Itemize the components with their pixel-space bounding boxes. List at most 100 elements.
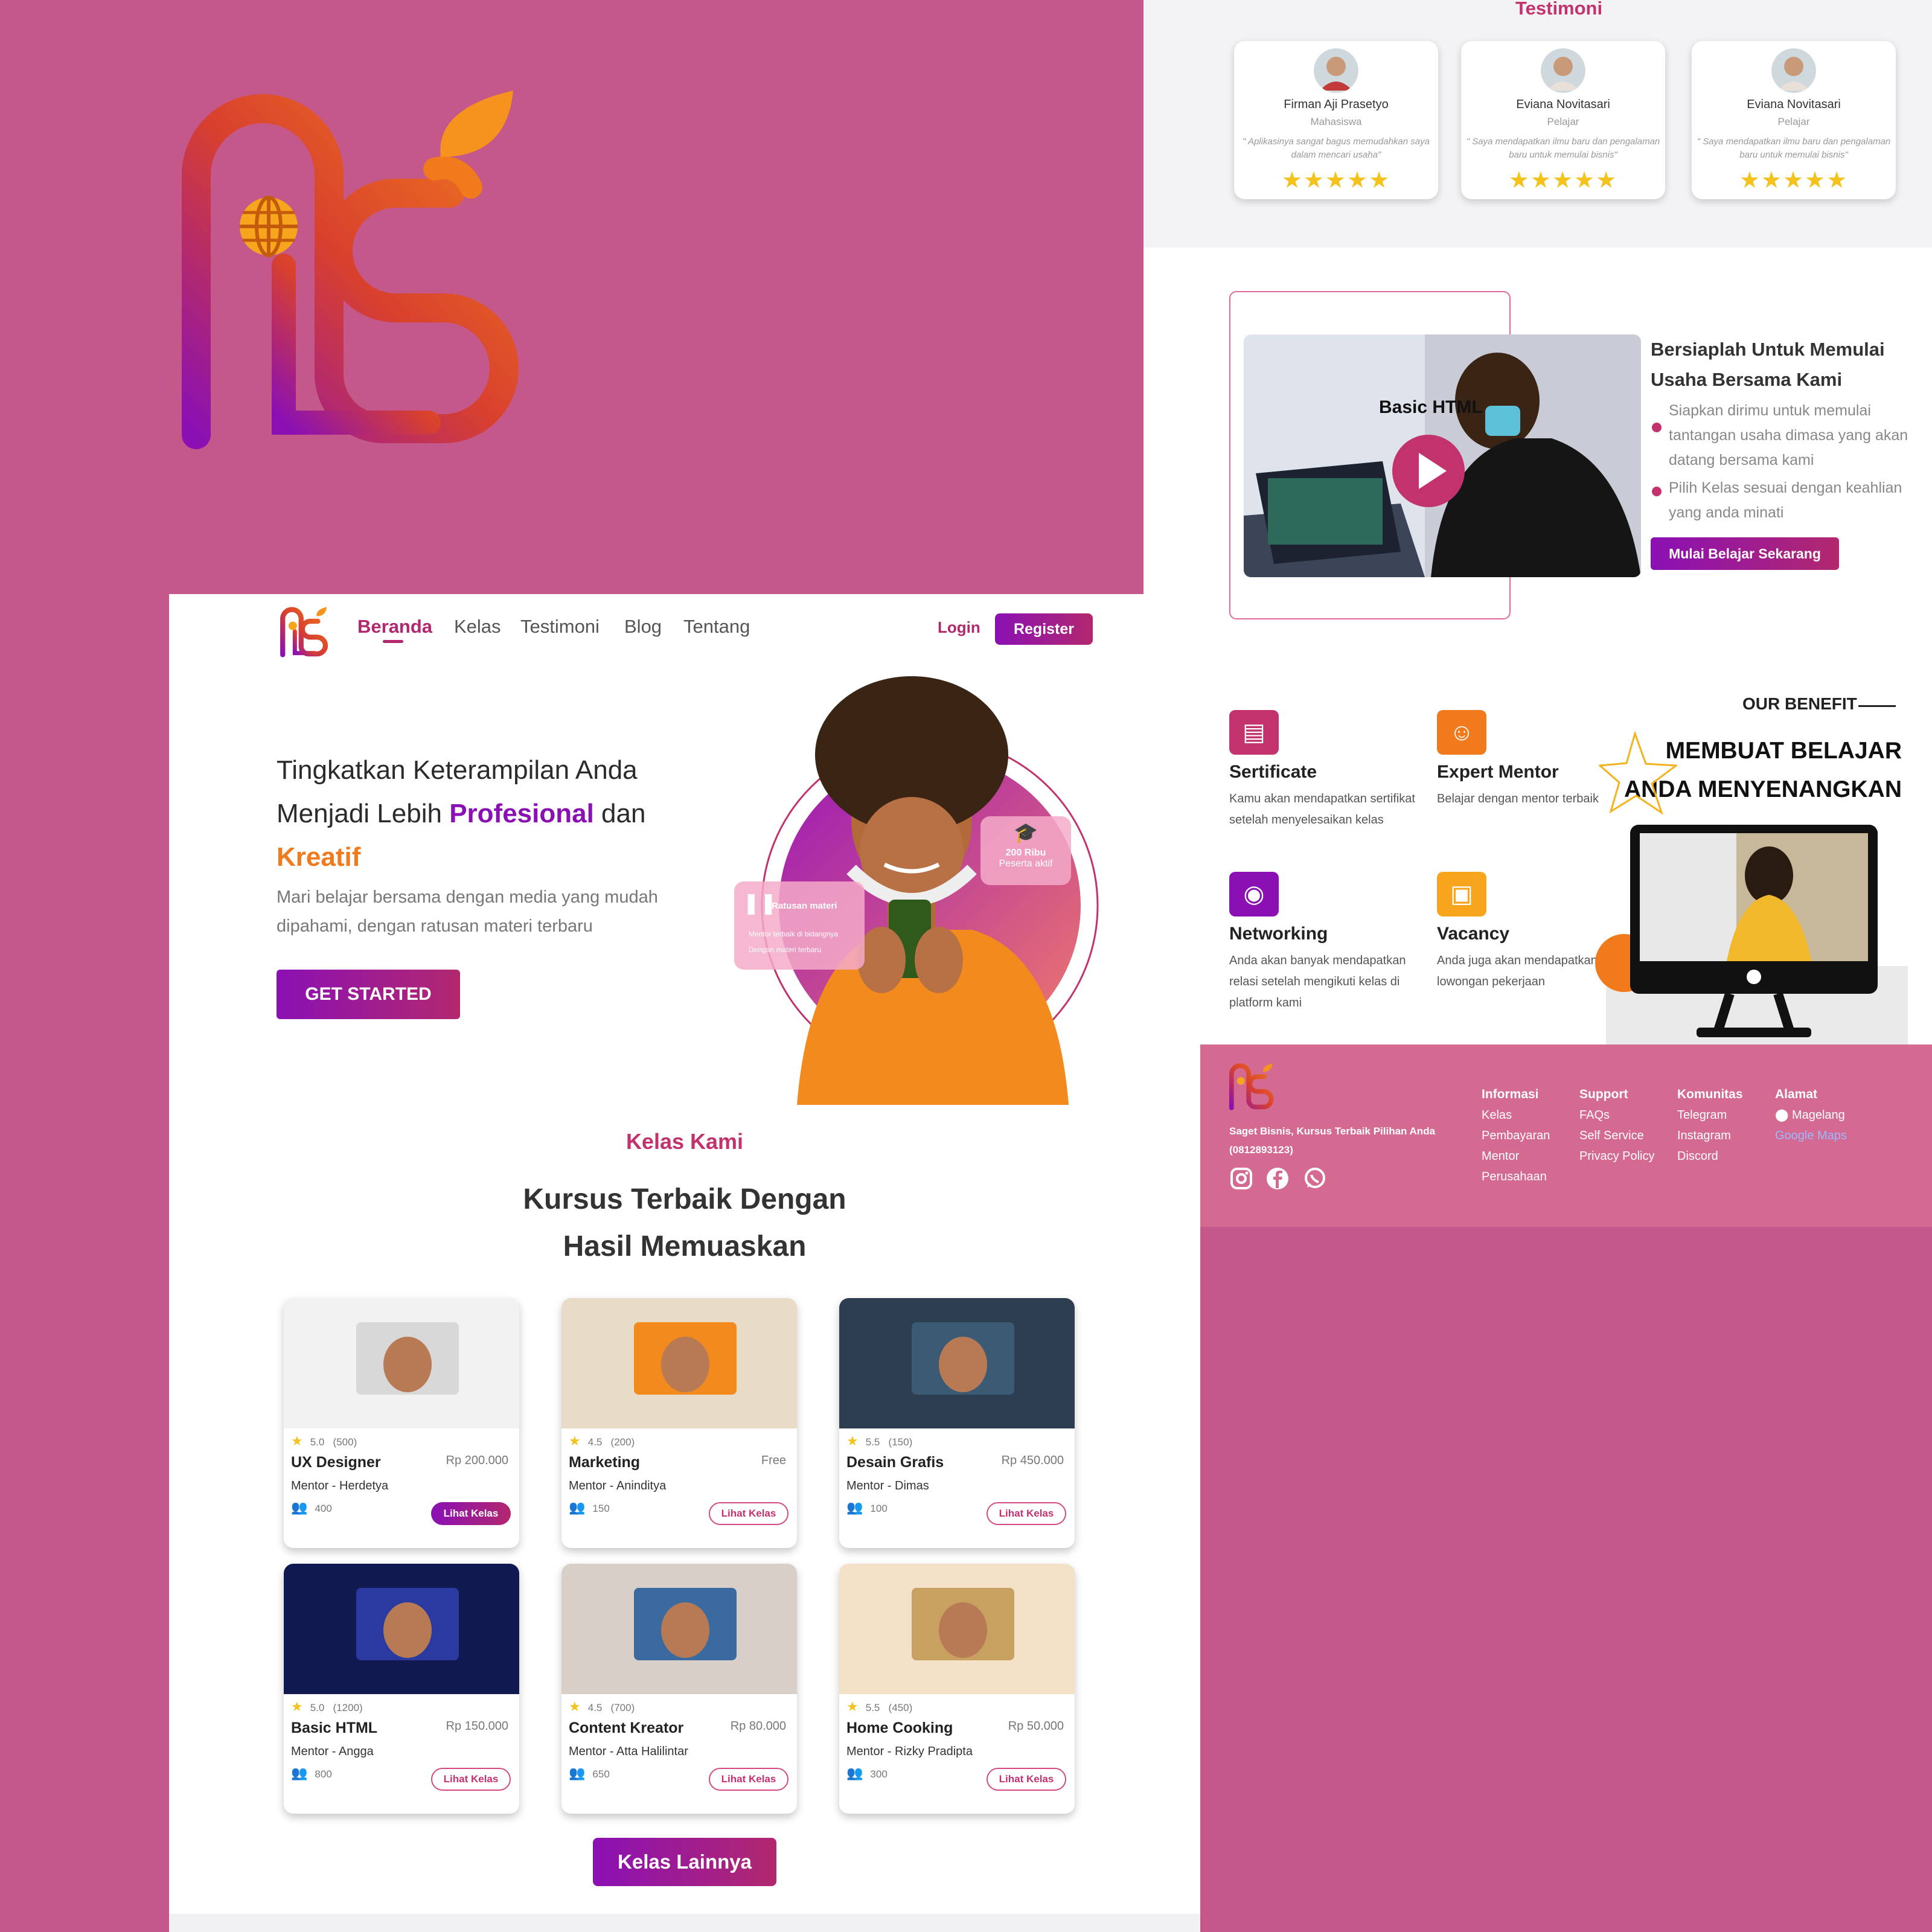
star-icon: ★ <box>846 1699 859 1714</box>
promo-bullet-text: Siapkan dirimu untuk memulai tantangan u… <box>1669 402 1908 469</box>
brand-logo-large <box>182 91 519 449</box>
footer-link[interactable]: Perusahaan <box>1482 1166 1550 1187</box>
rating-value: 5.0 <box>310 1436 325 1448</box>
kelas-title-line2: Hasil Memuaskan <box>563 1230 807 1262</box>
star-icon: ★ <box>846 1433 859 1448</box>
rating-stars-icon: ★★★★★ <box>1281 168 1391 193</box>
instagram-icon[interactable] <box>1229 1166 1253 1191</box>
footer-link[interactable]: Pembayaran <box>1482 1125 1550 1146</box>
lihat-kelas-button[interactable]: Lihat Kelas <box>431 1768 511 1791</box>
testimoni-role: Mahasiswa <box>1310 116 1362 127</box>
lihat-kelas-button[interactable]: Lihat Kelas <box>709 1768 788 1791</box>
ratusan-materi-card: ❚❚ Ratusan materi Mentor terbaik di bida… <box>734 881 865 970</box>
footer-col-komunitas: Komunitas Telegram Instagram Discord <box>1677 1084 1743 1166</box>
footer-link[interactable]: Telegram <box>1677 1105 1743 1125</box>
register-button[interactable]: Register <box>995 613 1093 645</box>
testimoni-heading: Testimoni <box>1515 0 1603 19</box>
lihat-kelas-button[interactable]: Lihat Kelas <box>987 1768 1066 1791</box>
people-icon: 👥 <box>291 1765 308 1780</box>
course-thumbnail <box>284 1564 519 1694</box>
course-rating: ★ 4.5 (200) <box>569 1433 635 1449</box>
star-icon: ★ <box>569 1699 581 1714</box>
promo-video-thumbnail[interactable]: Basic HTML <box>1244 334 1641 577</box>
location-pin-icon: ⬤ <box>1775 1108 1789 1122</box>
footer-link[interactable]: Discord <box>1677 1146 1743 1166</box>
course-thumbnail <box>839 1298 1075 1428</box>
footer-link[interactable]: Self Service <box>1579 1125 1654 1146</box>
course-card[interactable]: ★ 5.5 (450) Home Cooking Rp 50.000 Mentor - … <box>839 1564 1075 1814</box>
login-link[interactable]: Login <box>938 618 980 637</box>
ratusan-materi-title: Ratusan materi <box>772 901 837 911</box>
student-count: 300 <box>870 1768 888 1780</box>
review-count: (500) <box>333 1436 357 1448</box>
course-thumbnail <box>284 1298 519 1428</box>
lihat-kelas-button[interactable]: Lihat Kelas <box>431 1502 511 1525</box>
course-card[interactable]: ★ 5.5 (150) Desain Grafis Rp 450.000 Mentor … <box>839 1298 1075 1548</box>
benefit-title-line1: MEMBUAT BELAJAR <box>1665 738 1902 764</box>
footer-link[interactable]: Instagram <box>1677 1125 1743 1146</box>
facebook-icon[interactable] <box>1265 1166 1290 1191</box>
avatar <box>1314 48 1358 93</box>
rating-value: 5.5 <box>865 1702 880 1713</box>
course-thumbnail <box>839 1564 1075 1694</box>
course-mentor: Mentor - Aninditya <box>569 1479 667 1492</box>
course-card[interactable]: ★ 5.0 (1200) Basic HTML Rp 150.000 Mentor - … <box>284 1564 519 1814</box>
ratusan-materi-item: Dengan materi terbaru <box>749 945 822 954</box>
course-name: Marketing <box>569 1454 641 1471</box>
footer-tagline-text: Saget Bisnis, Kursus Terbaik Pilihan And… <box>1229 1125 1436 1137</box>
course-thumbnail <box>561 1564 797 1694</box>
course-card[interactable]: ★ 4.5 (200) Marketing Free Mentor - Anindity… <box>561 1298 797 1548</box>
nav-tentang[interactable]: Tentang <box>683 616 750 638</box>
brand-logo[interactable] <box>278 606 332 658</box>
nav-beranda[interactable]: Beranda <box>357 616 432 638</box>
course-card[interactable]: ★ 4.5 (700) Content Kreator Rp 80.000 Mentor… <box>561 1564 797 1814</box>
nav-blog[interactable]: Blog <box>624 616 662 638</box>
kelas-header: Kelas Kami Kursus Terbaik Dengan Hasil M… <box>169 1129 1200 1274</box>
footer-col-heading: Informasi <box>1482 1087 1539 1101</box>
footer-logo[interactable] <box>1228 1063 1276 1111</box>
lihat-kelas-button[interactable]: Lihat Kelas <box>987 1502 1066 1525</box>
footer-link[interactable]: Kelas <box>1482 1105 1550 1125</box>
student-count: 400 <box>315 1503 332 1514</box>
hero-highlight-kreatif: Kreatif <box>277 842 361 872</box>
footer-col-informasi: Informasi Kelas Pembayaran Mentor Perusahaan <box>1482 1084 1550 1187</box>
course-mentor: Mentor - Angga <box>291 1745 374 1758</box>
benefit-desc: Belajar dengan mentor terbaik <box>1437 792 1599 805</box>
nav-kelas[interactable]: Kelas <box>454 616 501 638</box>
hero-highlight-profesional: Profesional <box>449 799 594 828</box>
course-students: 👥 150 <box>569 1500 610 1515</box>
course-card[interactable]: ★ 5.0 (500) UX Designer Rp 200.000 Mentor - … <box>284 1298 519 1548</box>
avatar <box>1541 48 1585 93</box>
testimoni-name: Eviana Novitasari <box>1747 98 1841 111</box>
footer-address: ⬤ Magelang <box>1775 1105 1847 1125</box>
footer-col-heading: Support <box>1579 1087 1628 1101</box>
google-maps-link[interactable]: Google Maps <box>1775 1125 1847 1146</box>
rating-value: 5.0 <box>310 1702 325 1713</box>
student-count: 100 <box>870 1503 888 1514</box>
testimoni-name: Firman Aji Prasetyo <box>1284 98 1389 111</box>
lihat-kelas-button[interactable]: Lihat Kelas <box>709 1502 788 1525</box>
testimoni-quote: " Aplikasinya sangat bagus memudahkan sa… <box>1243 136 1430 160</box>
mulai-belajar-button[interactable]: Mulai Belajar Sekarang <box>1651 537 1839 570</box>
globe-icon <box>240 196 298 257</box>
kelas-kicker: Kelas Kami <box>625 1129 744 1154</box>
star-icon: ★ <box>569 1433 581 1448</box>
rating-stars-icon: ★★★★★ <box>1739 168 1849 193</box>
course-name: Content Kreator <box>569 1719 684 1736</box>
nav-testimoni[interactable]: Testimoni <box>520 616 600 638</box>
footer-link[interactable]: FAQs <box>1579 1105 1654 1125</box>
benefit-item: ▤ Sertificate Kamu akan mendapatkan sertif… <box>1229 710 1428 831</box>
kelas-lainnya-button[interactable]: Kelas Lainnya <box>593 1838 776 1886</box>
footer-link[interactable]: Mentor <box>1482 1146 1550 1166</box>
course-mentor: Mentor - Atta Halilintar <box>569 1745 688 1758</box>
footer-col-alamat: Alamat ⬤ Magelang Google Maps <box>1775 1084 1847 1146</box>
hero-title: Tingkatkan Keterampilan Anda Menjadi Leb… <box>277 749 735 879</box>
whatsapp-icon[interactable] <box>1303 1166 1327 1191</box>
benefit-title-text: Networking <box>1229 924 1328 944</box>
get-started-button[interactable]: GET STARTED <box>277 970 460 1019</box>
benefit-kicker-line <box>1858 705 1896 707</box>
course-rating: ★ 4.5 (700) <box>569 1699 635 1715</box>
course-name: Basic HTML <box>291 1719 378 1736</box>
course-price: Rp 450.000 <box>1001 1454 1064 1467</box>
footer-link[interactable]: Privacy Policy <box>1579 1146 1654 1166</box>
